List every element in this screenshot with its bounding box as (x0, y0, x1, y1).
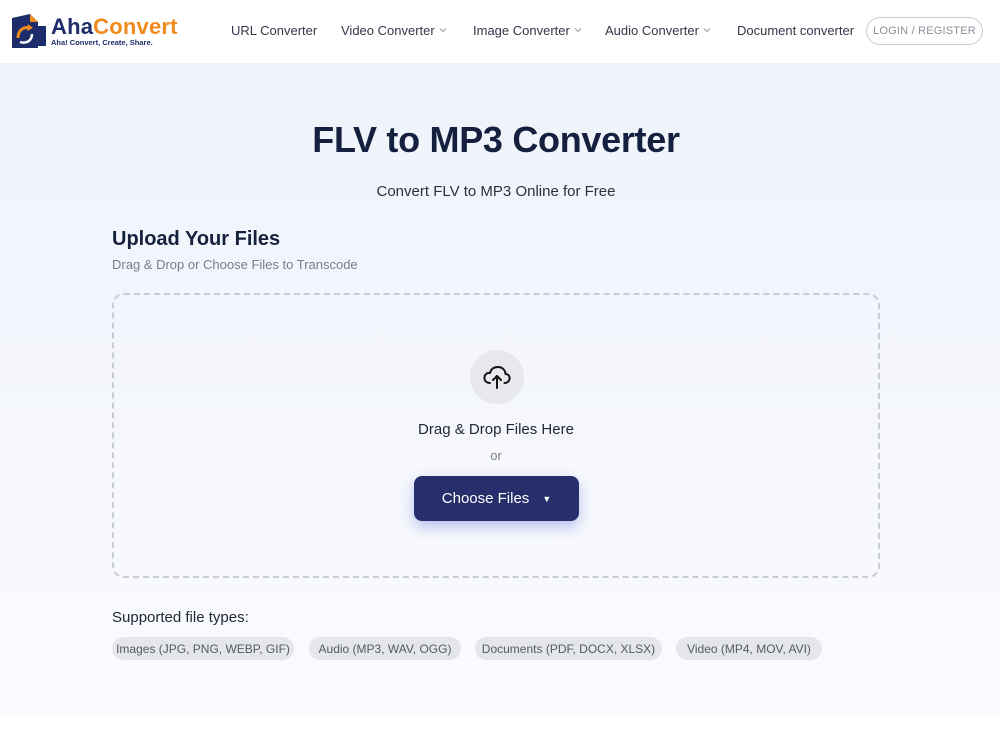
type-chip-images: Images (JPG, PNG, WEBP, GIF) (112, 637, 294, 660)
upload-section-title: Upload Your Files (112, 228, 281, 250)
brand-tagline: Aha! Convert, Create, Share. (51, 38, 153, 47)
brand-name: AhaConvert (51, 15, 178, 39)
page-title: FLV to MP3 Converter (312, 119, 680, 160)
type-chip-video: Video (MP4, MOV, AVI) (676, 637, 822, 660)
cloud-upload-icon (470, 350, 524, 404)
nav-item-label: Document converter (737, 23, 855, 38)
brand-name-part2: Convert (93, 14, 178, 39)
main-content: FLV to MP3 Converter Convert FLV to MP3 … (0, 63, 1000, 715)
nav-item-audio-converter[interactable]: Audio Converter (605, 23, 711, 38)
brand-logo[interactable]: AhaConvert Aha! Convert, Create, Share. (8, 12, 178, 50)
choose-files-button[interactable]: Choose Files ▼ (414, 476, 579, 521)
chevron-down-icon (703, 27, 711, 32)
site-header: AhaConvert Aha! Convert, Create, Share. … (0, 0, 1000, 63)
upload-section-subtitle: Drag & Drop or Choose Files to Transcode (112, 257, 358, 272)
chevron-down-icon (574, 27, 582, 32)
brand-name-part1: Aha (51, 14, 94, 39)
dropzone-label: Drag & Drop Files Here (418, 421, 574, 438)
nav-item-url-converter[interactable]: URL Converter (231, 23, 317, 38)
supported-types-label: Supported file types: (112, 609, 249, 626)
nav-item-document-converter[interactable]: Document converter (737, 23, 854, 38)
nav-item-video-converter[interactable]: Video Converter (341, 23, 447, 38)
nav-item-label: Audio Converter (605, 23, 699, 38)
nav-item-label: Image Converter (473, 23, 570, 38)
logo-icon (12, 14, 46, 48)
chevron-down-icon (439, 27, 447, 32)
file-dropzone[interactable]: Drag & Drop Files Here or Choose Files ▼ (112, 293, 880, 578)
choose-files-label: Choose Files (441, 490, 530, 507)
nav-item-image-converter[interactable]: Image Converter (473, 23, 582, 38)
nav-item-label: URL Converter (231, 23, 318, 38)
login-register-button[interactable]: LOGIN / REGISTER (866, 17, 983, 45)
page-subtitle: Convert FLV to MP3 Online for Free (376, 183, 616, 200)
nav-item-label: Video Converter (341, 23, 435, 38)
caret-down-icon: ▼ (542, 494, 552, 504)
footer-strip (0, 715, 1000, 750)
type-chip-audio: Audio (MP3, WAV, OGG) (309, 637, 461, 660)
type-chip-documents: Documents (PDF, DOCX, XLSX) (475, 637, 662, 660)
or-separator: or (490, 448, 502, 463)
